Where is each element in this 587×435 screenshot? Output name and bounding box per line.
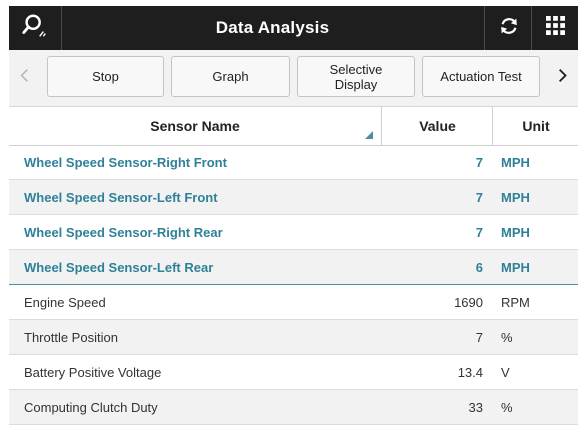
table-row[interactable]: Throttle Position 7% — [9, 320, 578, 355]
sensor-name-cell: Wheel Speed Sensor-Left Rear — [24, 259, 214, 275]
sensor-unit-cell: % — [501, 399, 513, 415]
sensor-data-table: Wheel Speed Sensor-Right Front 7 MPH Wheel … — [9, 145, 578, 425]
selective-display-button-label: Selective Display — [329, 61, 383, 92]
column-header-unit[interactable]: Unit — [492, 107, 578, 145]
next-page-button[interactable] — [548, 50, 578, 106]
actuation-test-button-label: Actuation Test — [440, 69, 522, 84]
actuation-test-button[interactable]: Actuation Test — [422, 56, 540, 97]
chevron-right-icon — [558, 68, 568, 88]
sensor-unit-cell: RPM — [501, 294, 530, 310]
grid-menu-button[interactable] — [531, 6, 578, 50]
sensor-value-cell: 6 — [475, 259, 483, 275]
selective-display-button[interactable]: Selective Display — [297, 56, 415, 97]
sensor-name-cell: Wheel Speed Sensor-Right Front — [24, 154, 227, 170]
data-analysis-screen: Data Analysis Stop Graph Selective Displ… — [9, 6, 578, 428]
table-row[interactable]: Wheel Speed Sensor-Right Front 7 MPH — [9, 145, 578, 180]
sensor-value-cell: 1690 — [454, 294, 483, 310]
prev-page-button[interactable] — [9, 50, 39, 106]
sensor-unit-cell: V — [501, 364, 510, 380]
stop-button[interactable]: Stop — [47, 56, 164, 97]
page-title: Data Analysis — [215, 18, 330, 37]
table-row[interactable]: Engine Speed 1690 RPM — [9, 285, 578, 320]
sensor-name-cell: Throttle Position — [24, 329, 118, 345]
sensor-value-cell: 13.4 — [457, 364, 483, 380]
sensor-value-cell: 33 — [468, 399, 483, 415]
sensor-unit-cell: MPH — [501, 259, 530, 275]
sensor-name-cell: Wheel Speed Sensor-Left Front — [24, 189, 218, 205]
grid-menu-icon — [546, 16, 565, 40]
sensor-value-cell: 7 — [475, 189, 483, 205]
column-header-sensor-name[interactable]: Sensor Name — [9, 107, 381, 145]
function-toolbar: Stop Graph Selective Display Actuation Te… — [9, 50, 578, 107]
search-pen-button[interactable] — [9, 6, 62, 50]
table-row[interactable]: Wheel Speed Sensor-Left Front 7 MPH — [9, 180, 578, 215]
graph-button-label: Graph — [212, 69, 249, 84]
graph-button[interactable]: Graph — [171, 56, 290, 97]
sensor-name-cell: Engine Speed — [24, 294, 106, 310]
sensor-name-cell: Wheel Speed Sensor-Right Rear — [24, 224, 223, 240]
sort-indicator-icon — [365, 131, 373, 139]
sensor-unit-cell: % — [501, 329, 513, 345]
sensor-value-cell: 7 — [475, 224, 483, 240]
sensor-name-cell: Battery Positive Voltage — [24, 364, 162, 380]
refresh-button[interactable] — [484, 6, 532, 50]
table-row[interactable]: Computing Clutch Duty 33% — [9, 390, 578, 425]
chevron-left-icon — [19, 68, 29, 88]
table-row[interactable]: Wheel Speed Sensor-Right Rear 7 MPH — [9, 215, 578, 250]
header-bar: Data Analysis — [9, 6, 578, 50]
sensor-unit-cell: MPH — [501, 189, 530, 205]
sensor-unit-cell: MPH — [501, 154, 530, 170]
table-row[interactable]: Wheel Speed Sensor-Left Rear 6 MPH — [9, 250, 578, 285]
sensor-value-cell: 7 — [475, 154, 483, 170]
column-header-value[interactable]: Value — [381, 107, 493, 145]
search-pen-icon — [21, 12, 49, 45]
table-header: Sensor Name Value Unit — [9, 107, 578, 146]
sensor-unit-cell: MPH — [501, 224, 530, 240]
refresh-icon — [498, 15, 520, 42]
sensor-name-cell: Computing Clutch Duty — [24, 399, 158, 415]
sensor-value-cell: 7 — [475, 329, 483, 345]
table-row[interactable]: Battery Positive Voltage 13.4 V — [9, 355, 578, 390]
stop-button-label: Stop — [92, 69, 119, 84]
